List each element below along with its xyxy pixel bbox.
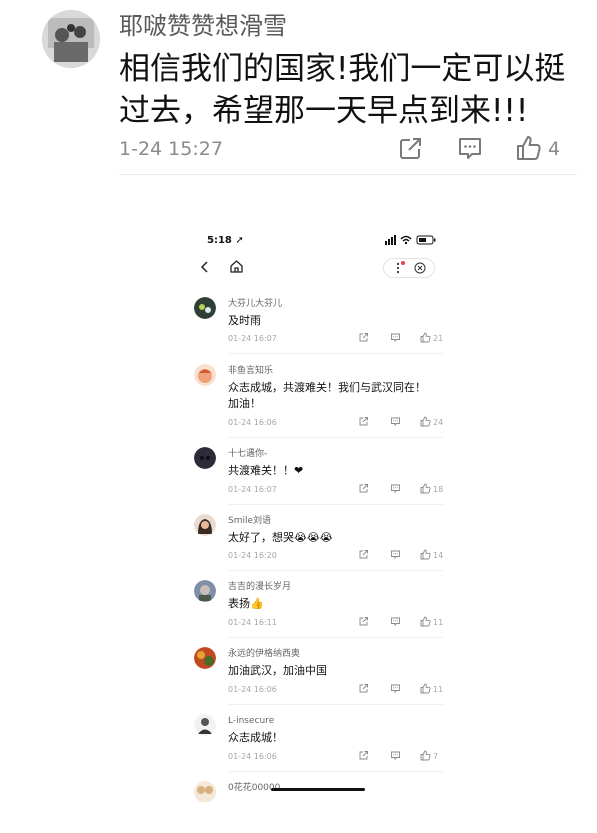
embedded-screenshot: 5:18 ➚ 大芬儿大芬儿 及时雨 01-24 16:07 21 非鱼言知乐 众… — [187, 226, 447, 802]
avatar[interactable] — [194, 714, 216, 736]
status-icons — [385, 235, 436, 245]
divider — [228, 437, 443, 438]
share-icon[interactable] — [358, 549, 369, 560]
comment-icon[interactable] — [390, 616, 401, 627]
share-icon[interactable] — [397, 134, 425, 162]
comment-icon[interactable] — [390, 483, 401, 494]
comment-icon[interactable] — [390, 549, 401, 560]
like-icon[interactable] — [420, 416, 431, 427]
comment-text: 众志成城，共渡难关！我们与武汉同在！ 加油！ — [228, 380, 443, 412]
comment-text: 众志成城！ — [228, 730, 443, 746]
comment-text: 表扬👍 — [228, 596, 443, 612]
like-icon[interactable] — [420, 483, 431, 494]
like-icon[interactable] — [515, 134, 543, 162]
home-icon[interactable] — [229, 259, 244, 274]
avatar[interactable] — [194, 647, 216, 669]
timestamp: 01-24 16:11 — [228, 618, 277, 627]
comment-username[interactable]: Smile刘语 — [228, 515, 271, 527]
comment-meta: 01-24 16:07 18 — [228, 483, 443, 497]
comment-username[interactable]: 非鱼言知乐 — [228, 365, 273, 377]
share-icon[interactable] — [358, 750, 369, 761]
avatar[interactable] — [194, 297, 216, 319]
comment-meta: 01-24 16:06 24 — [228, 416, 443, 430]
divider — [119, 174, 577, 175]
close-circle-icon[interactable] — [414, 262, 426, 274]
avatar[interactable] — [194, 781, 216, 802]
divider — [228, 353, 443, 354]
timestamp: 01-24 16:06 — [228, 418, 277, 427]
comment-line: 加油！ — [228, 397, 261, 410]
share-icon[interactable] — [358, 683, 369, 694]
comment-meta: 01-24 16:11 11 — [228, 616, 443, 630]
comment-line: 相信我们的国家!我们一定可以挺 — [119, 51, 566, 87]
comment-icon[interactable] — [390, 750, 401, 761]
comment-meta: 01-24 16:06 7 — [228, 750, 443, 764]
share-icon[interactable] — [358, 332, 369, 343]
comment-line: 过去，希望那一天早点到来!!! — [119, 93, 529, 129]
comment-text: 太好了，想哭😭😭😭 — [228, 530, 443, 546]
like-count: 14 — [433, 551, 444, 560]
divider — [228, 570, 443, 571]
like-icon[interactable] — [420, 549, 431, 560]
timestamp: 01-24 16:07 — [228, 485, 277, 494]
timestamp: 01-24 16:20 — [228, 551, 277, 560]
nav-pill — [383, 258, 435, 278]
like-icon[interactable] — [420, 750, 431, 761]
comment-line: 众志成城，共渡难关！我们与武汉同在！ — [228, 381, 426, 394]
comment-text: 及时雨 — [228, 313, 443, 329]
username[interactable]: 耶啵赞赞想滑雪 — [119, 10, 287, 42]
like-count: 18 — [433, 485, 444, 494]
comment-line: 及时雨 — [228, 314, 261, 327]
timestamp: 01-24 16:07 — [228, 334, 277, 343]
like-icon[interactable] — [420, 683, 431, 694]
comment-icon[interactable] — [390, 332, 401, 343]
share-icon[interactable] — [358, 483, 369, 494]
notification-dot — [401, 261, 405, 265]
timestamp: 01-24 16:06 — [228, 685, 277, 694]
comment-icon[interactable] — [456, 134, 484, 162]
like-count: 11 — [433, 685, 444, 694]
comment-text: 加油武汉，加油中国 — [228, 663, 443, 679]
divider — [228, 704, 443, 705]
like-icon[interactable] — [420, 616, 431, 627]
divider — [228, 504, 443, 505]
comment-username[interactable]: L-insecure — [228, 715, 274, 727]
comment-line: 共渡难关！！❤ — [228, 464, 304, 477]
avatar[interactable] — [194, 514, 216, 536]
timestamp: 1-24 15:27 — [119, 138, 223, 160]
comment-line: 太好了，想哭😭😭😭 — [228, 531, 333, 544]
like-count: 11 — [433, 618, 444, 627]
comment-text: 共渡难关！！❤ — [228, 463, 443, 479]
status-time: 5:18 ➚ — [207, 235, 244, 246]
comment-meta: 01-24 16:06 11 — [228, 683, 443, 697]
avatar[interactable] — [42, 10, 100, 68]
comment-meta: 01-24 16:20 14 — [228, 549, 443, 563]
like-count: 21 — [433, 334, 444, 343]
comment-username[interactable]: 永远的伊格纳西奥 — [228, 648, 300, 660]
home-indicator[interactable] — [271, 788, 365, 791]
like-count: 24 — [433, 418, 444, 427]
share-icon[interactable] — [358, 616, 369, 627]
like-count: 4 — [548, 138, 561, 160]
comment-line: 众志成城！ — [228, 731, 283, 744]
share-icon[interactable] — [358, 416, 369, 427]
avatar[interactable] — [194, 364, 216, 386]
comment-line: 加油武汉，加油中国 — [228, 664, 327, 677]
comment-meta: 01-24 16:07 21 — [228, 332, 443, 346]
back-icon[interactable] — [198, 260, 212, 274]
like-icon[interactable] — [420, 332, 431, 343]
divider — [228, 771, 443, 772]
comment-username[interactable]: 大芬儿大芬儿 — [228, 298, 282, 310]
comment-username[interactable]: 吉吉的漫长岁月 — [228, 581, 291, 593]
comment-text: 相信我们的国家!我们一定可以挺 过去，希望那一天早点到来!!! — [119, 48, 579, 132]
comment-line: 表扬👍 — [228, 597, 264, 610]
comment-username[interactable]: 十七遇你- — [228, 448, 267, 460]
divider — [228, 637, 443, 638]
comment-icon[interactable] — [390, 416, 401, 427]
avatar[interactable] — [194, 447, 216, 469]
avatar[interactable] — [194, 580, 216, 602]
timestamp: 01-24 16:06 — [228, 752, 277, 761]
like-count: 7 — [433, 752, 439, 761]
comment-icon[interactable] — [390, 683, 401, 694]
